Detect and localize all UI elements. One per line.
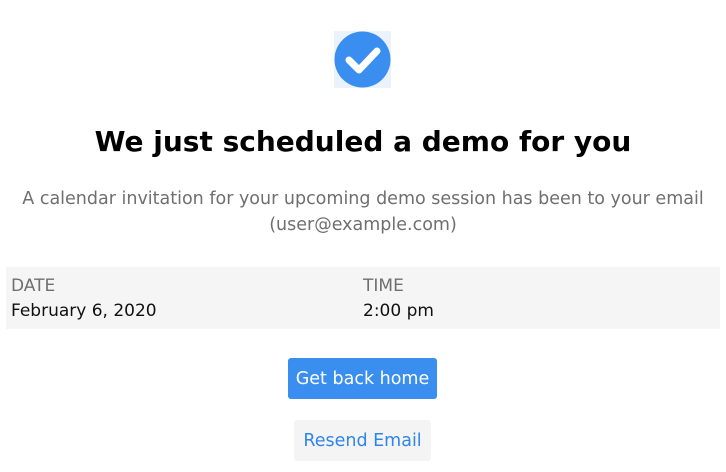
- confirmation-message: A calendar invitation for your upcoming …: [22, 189, 704, 235]
- resend-email-button[interactable]: Resend Email: [294, 420, 431, 461]
- time-label: TIME: [363, 276, 404, 296]
- date-value: February 6, 2020: [11, 301, 157, 321]
- check-circle-icon: [334, 31, 391, 88]
- schedule-details: DATE February 6, 2020 TIME 2:00 pm: [6, 267, 720, 329]
- time-value: 2:00 pm: [363, 301, 434, 321]
- get-back-home-button[interactable]: Get back home: [288, 358, 437, 399]
- time-column: TIME 2:00 pm: [363, 274, 434, 324]
- demo-scheduled-page: We just scheduled a demo for you A calen…: [0, 0, 726, 472]
- page-title: We just scheduled a demo for you: [94, 125, 632, 158]
- date-column: DATE February 6, 2020: [11, 274, 157, 324]
- date-label: DATE: [11, 276, 56, 296]
